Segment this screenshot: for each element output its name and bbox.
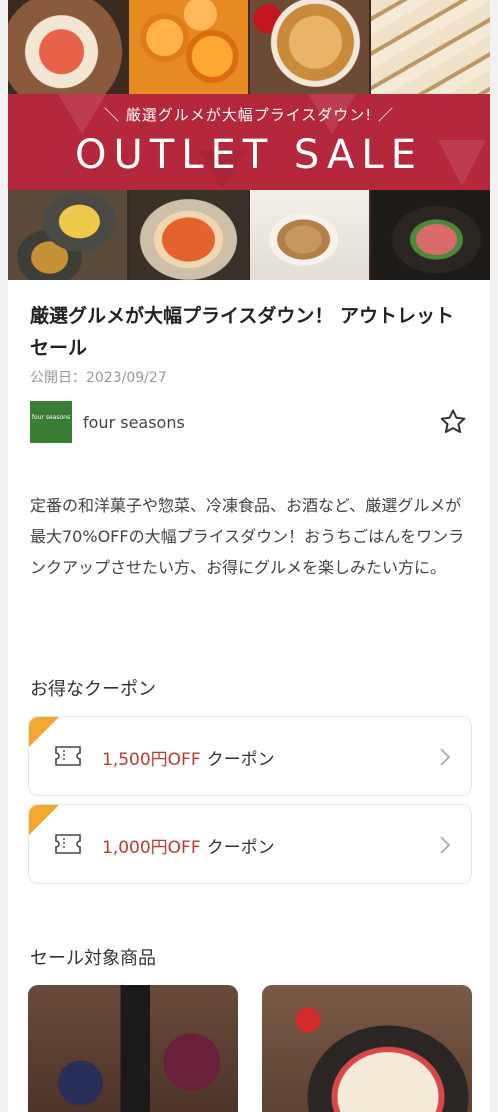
hero-photos-top <box>8 0 490 94</box>
mont-blanc-photo <box>250 190 369 280</box>
seafood-bowl-photo <box>8 0 127 94</box>
coupon-card[interactable]: 1,000円OFF クーポン <box>28 804 472 884</box>
coupon-corner-badge <box>29 805 59 835</box>
cake-photo <box>262 985 472 1112</box>
products-section-title: セール対象商品 <box>30 948 156 969</box>
publisher-row: four seasons four seasons <box>30 401 468 443</box>
crab-photo <box>129 190 248 280</box>
sukiyaki-photo <box>371 190 490 280</box>
publisher-name[interactable]: four seasons <box>83 413 185 432</box>
coupon-label: 1,000円OFF クーポン <box>102 833 275 858</box>
wine-grapes-photo <box>28 985 238 1112</box>
chevron-right-icon <box>440 748 451 766</box>
article-title: 厳選グルメが大幅プライスダウン！ アウトレットセール <box>30 305 455 359</box>
coupon-suffix: クーポン <box>206 750 275 770</box>
chevron-right-icon <box>440 836 451 854</box>
gyoza-photo <box>371 0 490 94</box>
coupon-card[interactable]: 1,500円OFF クーポン <box>28 716 472 796</box>
publish-date: 公開日：2023/09/27 <box>30 370 167 386</box>
article-description: 定番の和洋菓子や惣菜、冷凍食品、お酒など、厳選グルメが最大70%OFFの大幅プラ… <box>30 496 465 577</box>
ticket-icon <box>55 834 81 854</box>
coupon-amount: 1,000円OFF <box>102 838 201 858</box>
oranges-photo <box>129 0 248 94</box>
hero-title: OUTLET SALE <box>75 132 423 178</box>
sale-band: ＼ 厳選グルメが大幅プライスダウン! ／ OUTLET SALE <box>8 94 490 190</box>
coupon-corner-badge <box>29 717 59 747</box>
ticket-icon <box>55 746 81 766</box>
product-card[interactable] <box>262 985 472 1112</box>
coupon-amount: 1,500円OFF <box>102 750 201 770</box>
hero-photos-bottom <box>8 190 490 280</box>
hero-banner[interactable]: ＼ 厳選グルメが大幅プライスダウン! ／ OUTLET SALE <box>8 0 490 280</box>
wagashi-photo <box>8 190 127 280</box>
publisher-logo[interactable]: four seasons <box>30 401 72 443</box>
coupon-label: 1,500円OFF クーポン <box>102 745 275 770</box>
hero-subtitle: ＼ 厳選グルメが大幅プライスダウン! ／ <box>103 106 395 124</box>
star-outline-icon[interactable] <box>438 407 468 437</box>
publisher-logo-text: four seasons <box>31 414 71 421</box>
page: ＼ 厳選グルメが大幅プライスダウン! ／ OUTLET SALE 厳選グルメが大… <box>8 0 490 1112</box>
apple-pie-photo <box>250 0 369 94</box>
coupon-suffix: クーポン <box>206 838 275 858</box>
product-card[interactable] <box>28 985 238 1112</box>
coupon-section-title: お得なクーポン <box>30 679 156 700</box>
